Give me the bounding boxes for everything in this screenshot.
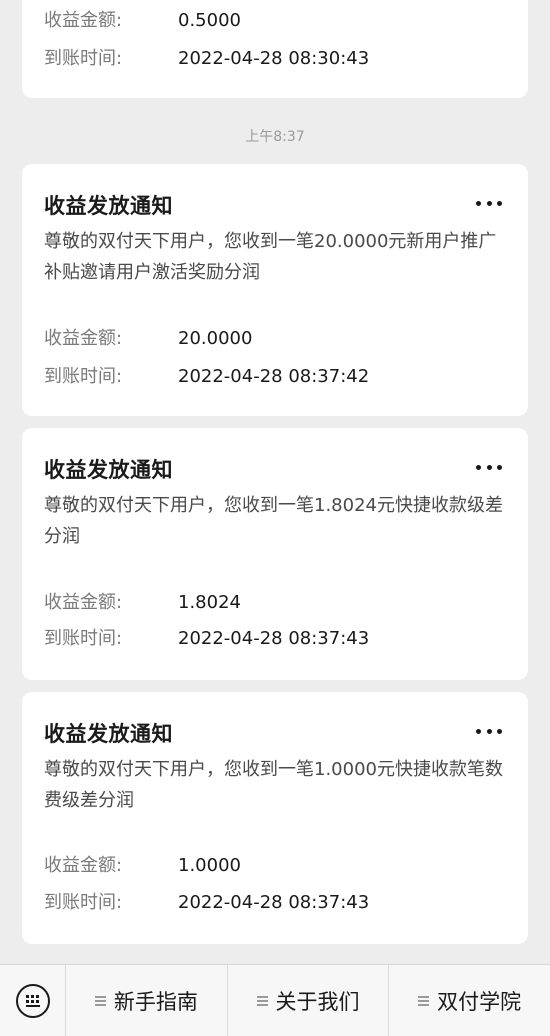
menu-item-label: 双付学院 (437, 989, 522, 1014)
amount-label: 收益金额: (44, 328, 123, 349)
bottom-menu-bar: 新手指南 关于我们 双付学院 (0, 964, 550, 1036)
time-row: 到账时间: 2022-04-28 08:30:43 (44, 46, 369, 72)
time-row: 到账时间: 2022-04-28 08:37:43 (44, 890, 369, 916)
amount-value: 1.0000 (178, 855, 241, 876)
amount-label: 收益金额: (44, 10, 123, 31)
amount-value: 1.8024 (178, 592, 241, 613)
amount-row: 收益金额: 20.0000 (44, 326, 252, 352)
menu-item-label: 新手指南 (113, 989, 198, 1014)
menu-list-icon (256, 995, 268, 1006)
time-label: 到账时间: (44, 892, 123, 913)
time-row: 到账时间: 2022-04-28 08:37:43 (44, 626, 369, 652)
amount-row: 收益金额: 1.0000 (44, 853, 241, 879)
menu-item-label: 关于我们 (275, 989, 360, 1014)
more-options-icon[interactable] (476, 464, 502, 470)
menu-item-academy[interactable]: 双付学院 (389, 965, 550, 1036)
message-card[interactable]: 收益发放通知 尊敬的双付天下用户，您收到一笔1.8024元快捷收款级差分润 收益… (22, 428, 528, 680)
time-value: 2022-04-28 08:37:43 (178, 892, 370, 913)
card-title: 收益发放通知 (44, 458, 173, 482)
amount-row: 收益金额: 0.5000 (44, 8, 241, 34)
amount-row: 收益金额: 1.8024 (44, 590, 241, 616)
card-title: 收益发放通知 (44, 194, 173, 218)
amount-label: 收益金额: (44, 855, 123, 876)
time-label: 到账时间: (44, 48, 123, 69)
card-body: 尊敬的双付天下用户，您收到一笔1.8024元快捷收款级差分润 (44, 495, 503, 547)
message-timestamp: 上午8:37 (245, 129, 305, 145)
time-row: 到账时间: 2022-04-28 08:37:42 (44, 364, 369, 390)
keyboard-toggle-button[interactable] (0, 965, 66, 1036)
time-label: 到账时间: (44, 628, 123, 649)
menu-item-guide[interactable]: 新手指南 (66, 965, 228, 1036)
more-options-icon[interactable] (476, 728, 502, 734)
card-body: 尊敬的双付天下用户，您收到一笔20.0000元新用户推广补贴邀请用户激活奖励分润 (44, 231, 497, 283)
card-body: 尊敬的双付天下用户，您收到一笔1.0000元快捷收款笔数费级差分润 (44, 759, 503, 811)
message-card[interactable]: 收益发放通知 尊敬的双付天下用户，您收到一笔20.0000元新用户推广补贴邀请用… (22, 164, 528, 416)
keyboard-icon (15, 983, 50, 1018)
menu-list-icon (418, 995, 430, 1006)
time-value: 2022-04-28 08:37:43 (178, 628, 370, 649)
amount-value: 20.0000 (178, 328, 253, 349)
time-value: 2022-04-28 08:37:42 (178, 366, 370, 387)
menu-list-icon (94, 995, 106, 1006)
menu-item-about[interactable]: 关于我们 (228, 965, 390, 1036)
amount-value: 0.5000 (178, 10, 241, 31)
time-label: 到账时间: (44, 366, 123, 387)
time-value: 2022-04-28 08:30:43 (178, 48, 370, 69)
message-feed[interactable]: 收益金额: 0.5000 到账时间: 2022-04-28 08:30:43 上… (0, 0, 550, 964)
card-title: 收益发放通知 (44, 722, 173, 746)
more-options-icon[interactable] (476, 200, 502, 206)
message-card-partial[interactable]: 收益金额: 0.5000 到账时间: 2022-04-28 08:30:43 (22, 0, 528, 98)
message-card[interactable]: 收益发放通知 尊敬的双付天下用户，您收到一笔1.0000元快捷收款笔数费级差分润… (22, 692, 528, 944)
amount-label: 收益金额: (44, 592, 123, 613)
